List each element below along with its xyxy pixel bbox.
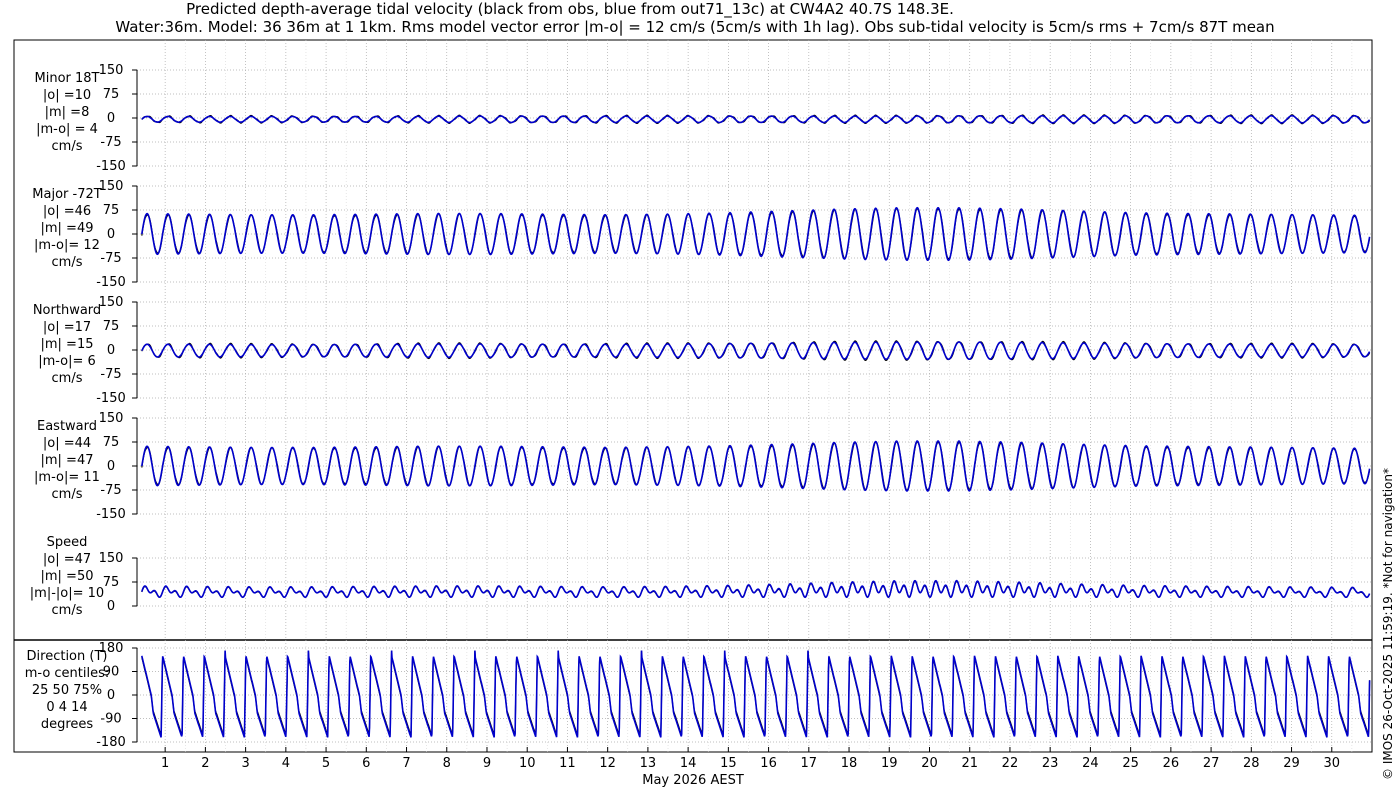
y-tick-label: 150 bbox=[99, 179, 124, 194]
y-tick-label: -90 bbox=[100, 712, 121, 727]
panel-label-line: |o| =44 bbox=[43, 436, 91, 451]
panel-label-line: |m| =50 bbox=[41, 569, 94, 584]
series-line-model bbox=[141, 206, 1371, 262]
x-tick-label: 28 bbox=[1243, 756, 1260, 771]
x-tick-label: 9 bbox=[483, 756, 491, 771]
series-line-model bbox=[141, 115, 1371, 124]
y-tick-label: 0 bbox=[107, 227, 115, 242]
y-tick-label: 75 bbox=[103, 203, 120, 218]
y-tick-label: 150 bbox=[99, 295, 124, 310]
x-tick-label: 17 bbox=[801, 756, 818, 771]
x-tick-label: 3 bbox=[241, 756, 249, 771]
y-tick-label: 75 bbox=[103, 575, 120, 590]
panel-label-line: |m-o|= 6 bbox=[38, 354, 96, 369]
y-tick-label: 0 bbox=[107, 688, 115, 703]
y-tick-label: 0 bbox=[107, 599, 115, 614]
panel-label-line: Northward bbox=[33, 303, 101, 318]
x-tick-label: 24 bbox=[1082, 756, 1099, 771]
panel-label-line: |m| =15 bbox=[41, 337, 94, 352]
panel-label-line: degrees bbox=[41, 717, 94, 732]
x-tick-label: 19 bbox=[881, 756, 898, 771]
x-tick-label: 6 bbox=[362, 756, 370, 771]
y-tick-label: 180 bbox=[99, 641, 124, 656]
panel-label-line: cm/s bbox=[52, 255, 83, 270]
y-tick-label: 90 bbox=[103, 665, 120, 680]
y-tick-label: -75 bbox=[100, 135, 121, 150]
panel-label-line: 25 50 75% bbox=[32, 683, 102, 698]
panel-label-line: cm/s bbox=[52, 603, 83, 618]
panel-label-line: cm/s bbox=[52, 139, 83, 154]
panel-label-line: |m-o|= 12 bbox=[34, 238, 100, 253]
y-tick-label: -150 bbox=[96, 391, 126, 406]
x-tick-label: 10 bbox=[519, 756, 536, 771]
y-tick-label: -75 bbox=[100, 367, 121, 382]
chart-canvas: 1 2 3 4 5 6 7 8 9 10 11 12 13 14 15 16 17 18 19 20 21 22 23 24 2… bbox=[13, 39, 1395, 788]
x-tick-label: 27 bbox=[1203, 756, 1220, 771]
x-tick-label: 21 bbox=[961, 756, 978, 771]
series-line-model bbox=[141, 341, 1371, 361]
x-axis-label: May 2026 AEST bbox=[642, 773, 744, 788]
panel-label-line: m-o centiles: bbox=[25, 666, 110, 681]
y-tick-label: 150 bbox=[99, 551, 124, 566]
y-tick-label: 75 bbox=[103, 87, 120, 102]
y-tick-label: -150 bbox=[96, 159, 126, 174]
y-tick-label: -150 bbox=[96, 275, 126, 290]
panel-label-line: Eastward bbox=[37, 419, 97, 434]
y-tick-label: 0 bbox=[107, 111, 115, 126]
panel-label-line: |o| =17 bbox=[43, 320, 91, 335]
y-tick-label: 0 bbox=[107, 459, 115, 474]
x-tick-label: 12 bbox=[599, 756, 616, 771]
x-tick-label: 15 bbox=[720, 756, 737, 771]
x-tick-label: 4 bbox=[282, 756, 290, 771]
watermark: © IMOS 26-Oct-2025 11:59:19. *Not for na… bbox=[1381, 468, 1395, 780]
panel-label-line: |m| =47 bbox=[41, 453, 94, 468]
x-tick-label: 1 bbox=[161, 756, 169, 771]
y-tick-label: 0 bbox=[107, 343, 115, 358]
y-tick-label: -75 bbox=[100, 483, 121, 498]
x-tick-label: 8 bbox=[443, 756, 451, 771]
x-tick-label: 5 bbox=[322, 756, 330, 771]
x-tick-label: 14 bbox=[680, 756, 697, 771]
x-tick-label: 26 bbox=[1163, 756, 1180, 771]
x-tick-label: 25 bbox=[1122, 756, 1139, 771]
panel-label-line: |m| =49 bbox=[41, 221, 94, 236]
panel-label-line: |m|-|o|= 10 bbox=[30, 586, 104, 601]
panel-label-line: cm/s bbox=[52, 487, 83, 502]
y-tick-label: 150 bbox=[99, 411, 124, 426]
panel-label-line: |o| =47 bbox=[43, 552, 91, 567]
panel-label-line: cm/s bbox=[52, 371, 83, 386]
x-tick-label: 13 bbox=[640, 756, 657, 771]
panel-label-line: |m-o| = 4 bbox=[36, 122, 98, 137]
y-tick-label: -150 bbox=[96, 507, 126, 522]
panel-label-line: |m| =8 bbox=[45, 105, 90, 120]
y-tick-label: -180 bbox=[96, 735, 126, 750]
x-tick-label: 11 bbox=[559, 756, 576, 771]
panels-group: 1 2 3 4 5 6 7 8 9 10 11 12 13 14 15 16 17 18 19 20 21 22 23 24 2… bbox=[13, 39, 1373, 771]
x-tick-label: 23 bbox=[1042, 756, 1059, 771]
y-tick-label: -75 bbox=[100, 251, 121, 266]
x-tick-label: 22 bbox=[1002, 756, 1019, 771]
y-tick-label: 75 bbox=[103, 435, 120, 450]
panel-label-line: Major -72T bbox=[32, 187, 101, 202]
outer-frame bbox=[13, 39, 1373, 753]
panel-label-line: Direction (T) bbox=[27, 649, 108, 664]
x-tick-label: 18 bbox=[841, 756, 858, 771]
x-tick-label: 2 bbox=[201, 756, 209, 771]
x-tick-label: 16 bbox=[760, 756, 777, 771]
panel-label-line: 0 4 14 bbox=[46, 700, 87, 715]
y-tick-label: 75 bbox=[103, 319, 120, 334]
y-tick-label: 150 bbox=[99, 63, 124, 78]
x-tick-label: 20 bbox=[921, 756, 938, 771]
x-tick-label: 7 bbox=[402, 756, 410, 771]
panel-label-line: Minor 18T bbox=[35, 71, 100, 86]
panel-label-line: Speed bbox=[47, 535, 88, 550]
x-tick-label: 30 bbox=[1323, 756, 1340, 771]
x-tick-label: 29 bbox=[1283, 756, 1300, 771]
series-line-obs bbox=[141, 650, 1371, 736]
panel-label-line: |o| =46 bbox=[43, 204, 91, 219]
panel-label-line: |m-o|= 11 bbox=[34, 470, 100, 485]
panel-label-line: |o| =10 bbox=[43, 88, 91, 103]
